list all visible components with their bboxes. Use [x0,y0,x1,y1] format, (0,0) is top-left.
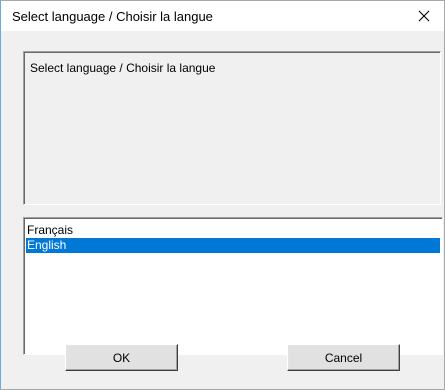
cancel-button[interactable]: Cancel [287,344,400,371]
list-item-english[interactable]: English [26,238,440,253]
language-list-items: Français English [26,223,440,253]
close-button[interactable] [404,1,444,31]
language-dialog: Select language / Choisir la langue Sele… [0,0,445,390]
dialog-client-area: Select language / Choisir la langue Fran… [1,31,444,389]
message-panel: Select language / Choisir la langue [23,51,441,205]
ok-button[interactable]: OK [65,344,178,371]
language-listbox[interactable]: Français English [23,217,443,355]
message-text: Select language / Choisir la langue [30,61,216,75]
close-icon [418,10,430,22]
window-title: Select language / Choisir la langue [12,9,213,24]
list-item-francais[interactable]: Français [26,223,440,238]
title-bar[interactable]: Select language / Choisir la langue [1,1,444,31]
